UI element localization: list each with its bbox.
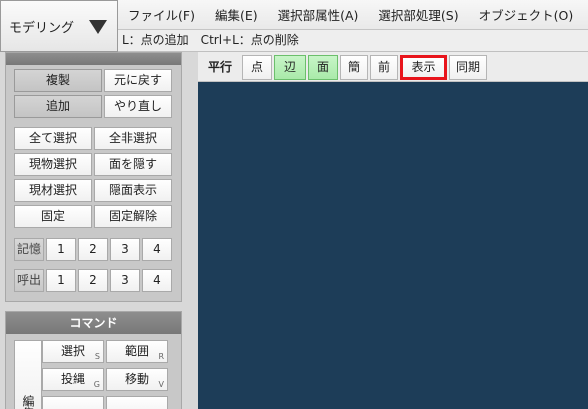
deselect-all-button[interactable]: 全非選択 [94, 127, 172, 150]
duplicate-button[interactable]: 複製 [14, 69, 102, 92]
status-hint: L：点の追加 Ctrl+L：点の削除 [118, 30, 588, 52]
select-command-shortcut: S [94, 352, 100, 361]
lasso-command-button[interactable]: 投縄 G [42, 368, 104, 391]
command-side-label: 編集 [14, 340, 42, 409]
menu-file[interactable]: ファイル(F) [118, 5, 205, 24]
fix-button[interactable]: 固定 [14, 205, 92, 228]
recall-slot-3[interactable]: 3 [110, 269, 140, 292]
simple-view-button[interactable]: 簡 [340, 55, 368, 80]
view-toolbar: 平行 点 辺 面 簡 前 表示 同期 [198, 52, 588, 82]
recall-label: 呼出 [14, 269, 44, 292]
select-object-button[interactable]: 現物選択 [14, 153, 92, 176]
viewport-3d[interactable] [198, 82, 588, 409]
select-command-label: 選択 [60, 344, 85, 358]
memory-slot-3[interactable]: 3 [110, 238, 140, 261]
memory-slot-4[interactable]: 4 [142, 238, 172, 261]
point-mode-button[interactable]: 点 [242, 55, 272, 80]
range-command-shortcut: R [158, 352, 164, 361]
unfix-button[interactable]: 固定解除 [94, 205, 172, 228]
recall-slot-1[interactable]: 1 [46, 269, 76, 292]
lasso-command-label: 投縄 [60, 372, 85, 386]
menu-selection-processing[interactable]: 選択部処理(S) [368, 5, 468, 24]
memory-label: 記憶 [14, 238, 44, 261]
undo-button[interactable]: 元に戻す [104, 69, 172, 92]
memory-slot-2[interactable]: 2 [78, 238, 108, 261]
edge-mode-button[interactable]: 辺 [274, 55, 306, 80]
move-command-label: 移動 [124, 372, 149, 386]
command-side-label-text: 編集 [21, 395, 35, 409]
select-all-button[interactable]: 全て選択 [14, 127, 92, 150]
command-button-row3-right[interactable] [106, 396, 168, 409]
show-hidden-button[interactable]: 隠面表示 [94, 179, 172, 202]
chevron-down-icon[interactable] [89, 20, 107, 34]
select-command-button[interactable]: 選択 S [42, 340, 104, 363]
menu-edit[interactable]: 編集(E) [205, 5, 268, 24]
mode-dropdown[interactable]: モデリング [0, 0, 118, 52]
parallel-projection-label[interactable]: 平行 [208, 55, 232, 80]
recall-slot-4[interactable]: 4 [142, 269, 172, 292]
sync-button[interactable]: 同期 [449, 55, 487, 80]
select-material-button[interactable]: 現材選択 [14, 179, 92, 202]
edit-panel: 複製 元に戻す 追加 やり直し 全て選択 全非選択 現物選択 面を隠す 現材選択… [5, 52, 182, 302]
front-view-button[interactable]: 前 [370, 55, 398, 80]
move-command-button[interactable]: 移動 V [106, 368, 168, 391]
mode-dropdown-value: モデリング [9, 20, 75, 36]
redo-button[interactable]: やり直し [104, 95, 172, 118]
move-command-shortcut: V [158, 380, 164, 389]
command-panel-title: コマンド [6, 312, 181, 334]
lasso-command-shortcut: G [93, 380, 100, 389]
range-command-button[interactable]: 範囲 R [106, 340, 168, 363]
command-panel: コマンド 編集 選択 S 範囲 R 投縄 G 移動 V [5, 311, 182, 409]
left-panel: 複製 元に戻す 追加 やり直し 全て選択 全非選択 現物選択 面を隠す 現材選択… [0, 52, 198, 409]
recall-slot-2[interactable]: 2 [78, 269, 108, 292]
menu-selection-attributes[interactable]: 選択部属性(A) [268, 5, 369, 24]
menu-object[interactable]: オブジェクト(O) [469, 5, 584, 24]
menu-bar: ファイル(F) 編集(E) 選択部属性(A) 選択部処理(S) オブジェクト(O… [118, 0, 588, 30]
add-button[interactable]: 追加 [14, 95, 102, 118]
hide-face-button[interactable]: 面を隠す [94, 153, 172, 176]
display-button[interactable]: 表示 [400, 55, 447, 80]
range-command-label: 範囲 [124, 344, 149, 358]
command-button-row3-left[interactable] [42, 396, 104, 409]
memory-slot-1[interactable]: 1 [46, 238, 76, 261]
edit-panel-header [6, 53, 181, 65]
face-mode-button[interactable]: 面 [308, 55, 338, 80]
